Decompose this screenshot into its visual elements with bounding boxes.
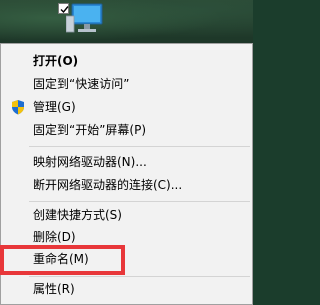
menu-item-disconnect-network-drive[interactable]: 断开网络驱动器的连接(C)...: [1, 174, 252, 196]
menu-separator: [29, 276, 250, 277]
shield-icon: [12, 100, 24, 115]
menu-item-pin-quick-access[interactable]: 固定到“快速访问”: [1, 73, 252, 95]
menu-item-properties[interactable]: 属性(R): [1, 278, 252, 300]
menu-item-label: 打开(O): [33, 54, 79, 68]
this-pc-desktop-icon[interactable]: [58, 0, 108, 42]
menu-item-label: 管理(G): [33, 100, 76, 114]
menu-item-pin-start[interactable]: 固定到“开始”屏幕(P): [1, 119, 252, 141]
menu-item-label: 断开网络驱动器的连接(C)...: [33, 178, 183, 192]
menu-item-label: 属性(R): [33, 282, 75, 296]
menu-separator: [29, 146, 250, 147]
computer-icon: [66, 3, 103, 33]
menu-item-label: 固定到“开始”屏幕(P): [33, 123, 147, 137]
menu-separator: [29, 201, 250, 202]
menu-item-open[interactable]: 打开(O): [1, 50, 252, 72]
menu-item-manage[interactable]: 管理(G): [1, 96, 252, 118]
desktop-background: [0, 0, 253, 45]
menu-item-label: 删除(D): [33, 230, 76, 244]
menu-item-label: 创建快捷方式(S): [33, 208, 122, 222]
properties-highlight-annotation: [0, 245, 125, 275]
menu-item-label: 固定到“快速访问”: [33, 77, 130, 91]
menu-item-map-network-drive[interactable]: 映射网络驱动器(N)...: [1, 151, 252, 173]
menu-item-create-shortcut[interactable]: 创建快捷方式(S): [1, 204, 252, 226]
menu-item-label: 映射网络驱动器(N)...: [33, 155, 147, 169]
